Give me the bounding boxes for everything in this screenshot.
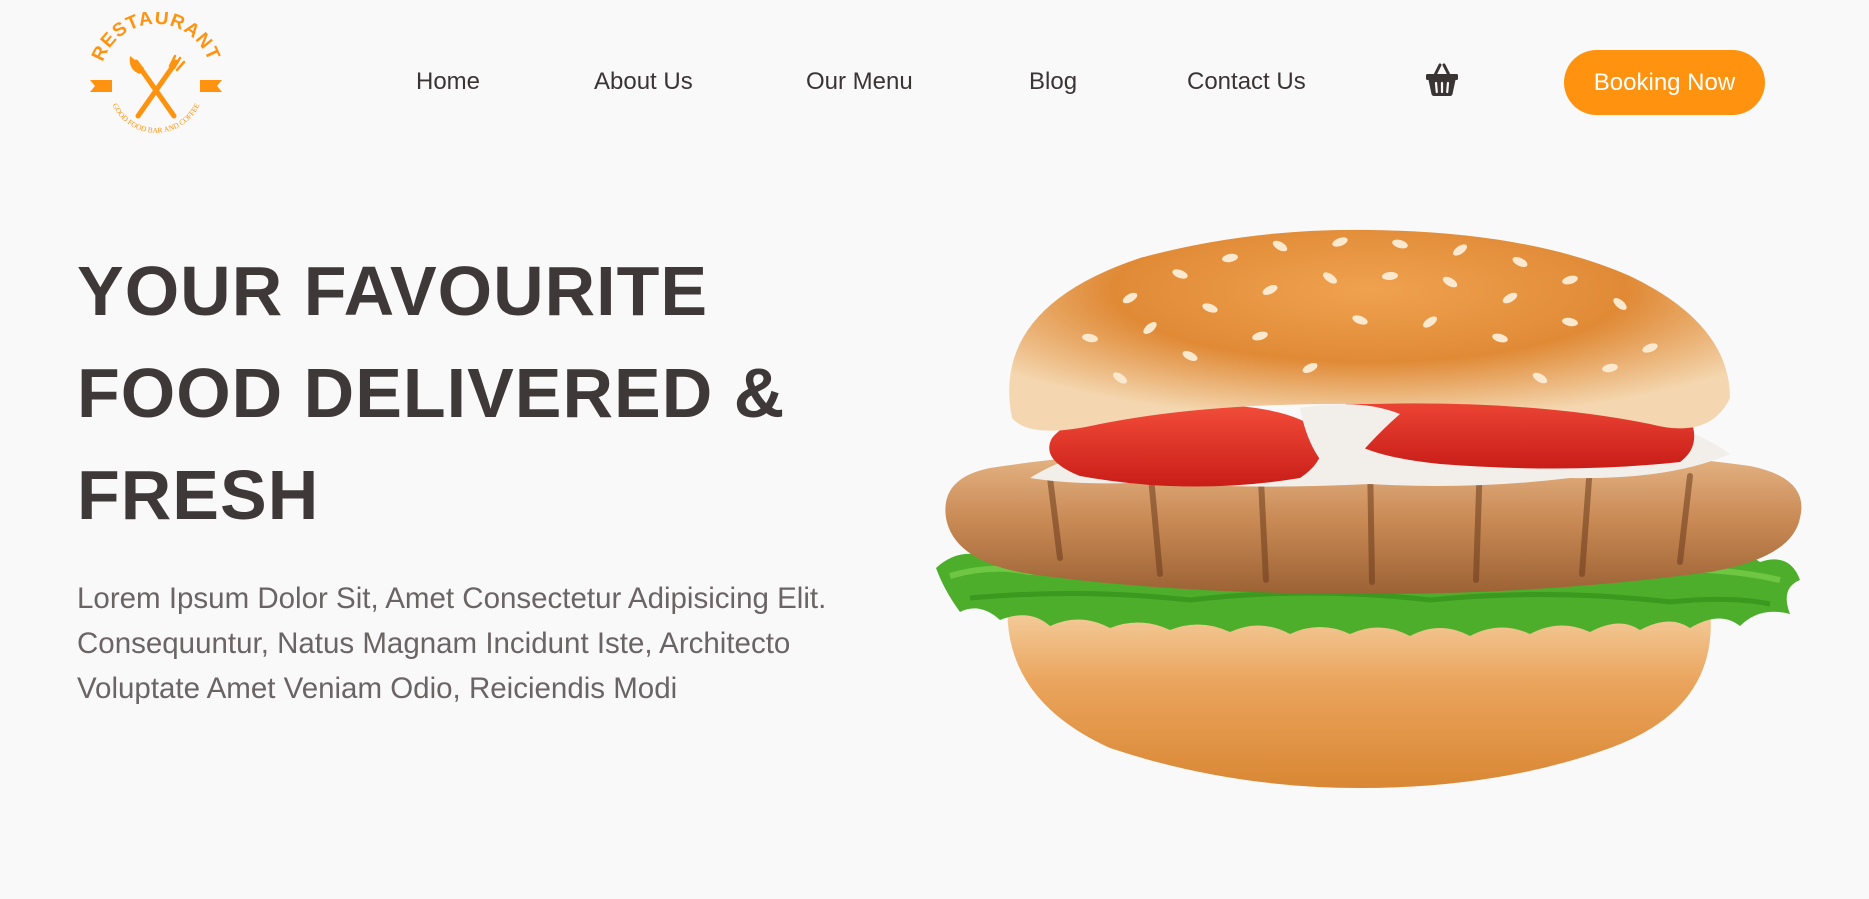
- hero-title-line-3: FRESH: [77, 456, 320, 534]
- svg-text:GOOD FOOD BAR AND COFFEE: GOOD FOOD BAR AND COFFEE: [111, 101, 202, 135]
- nav-contact-link[interactable]: Contact Us: [1187, 62, 1306, 102]
- logo-sub-text: GOOD FOOD BAR AND COFFEE: [111, 101, 202, 135]
- restaurant-logo[interactable]: RESTAURANT GOOD FOOD BAR AND COFFEE: [82, 12, 230, 148]
- nav-menu-link[interactable]: Our Menu: [806, 62, 913, 102]
- landing-page: RESTAURANT GOOD FOOD BAR AND COFFEE Home…: [0, 0, 1869, 899]
- nav-about-link[interactable]: About Us: [594, 62, 693, 102]
- hero-title-line-1: YOUR FAVOURITE: [77, 252, 709, 330]
- booking-now-button[interactable]: Booking Now: [1564, 50, 1765, 115]
- burger-image: [936, 229, 1802, 788]
- hero-title: YOUR FAVOURITE FOOD DELIVERED & FRESH: [77, 240, 837, 546]
- svg-text:RESTAURANT: RESTAURANT: [88, 12, 224, 64]
- hero-title-line-2: FOOD DELIVERED &: [77, 354, 786, 432]
- logo-arc-text: RESTAURANT: [88, 12, 223, 64]
- nav-blog-link[interactable]: Blog: [1029, 62, 1077, 102]
- nav-home-link[interactable]: Home: [416, 62, 480, 102]
- hero-description: Lorem Ipsum Dolor Sit, Amet Consectetur …: [77, 582, 827, 705]
- shopping-basket-icon[interactable]: [1424, 62, 1460, 98]
